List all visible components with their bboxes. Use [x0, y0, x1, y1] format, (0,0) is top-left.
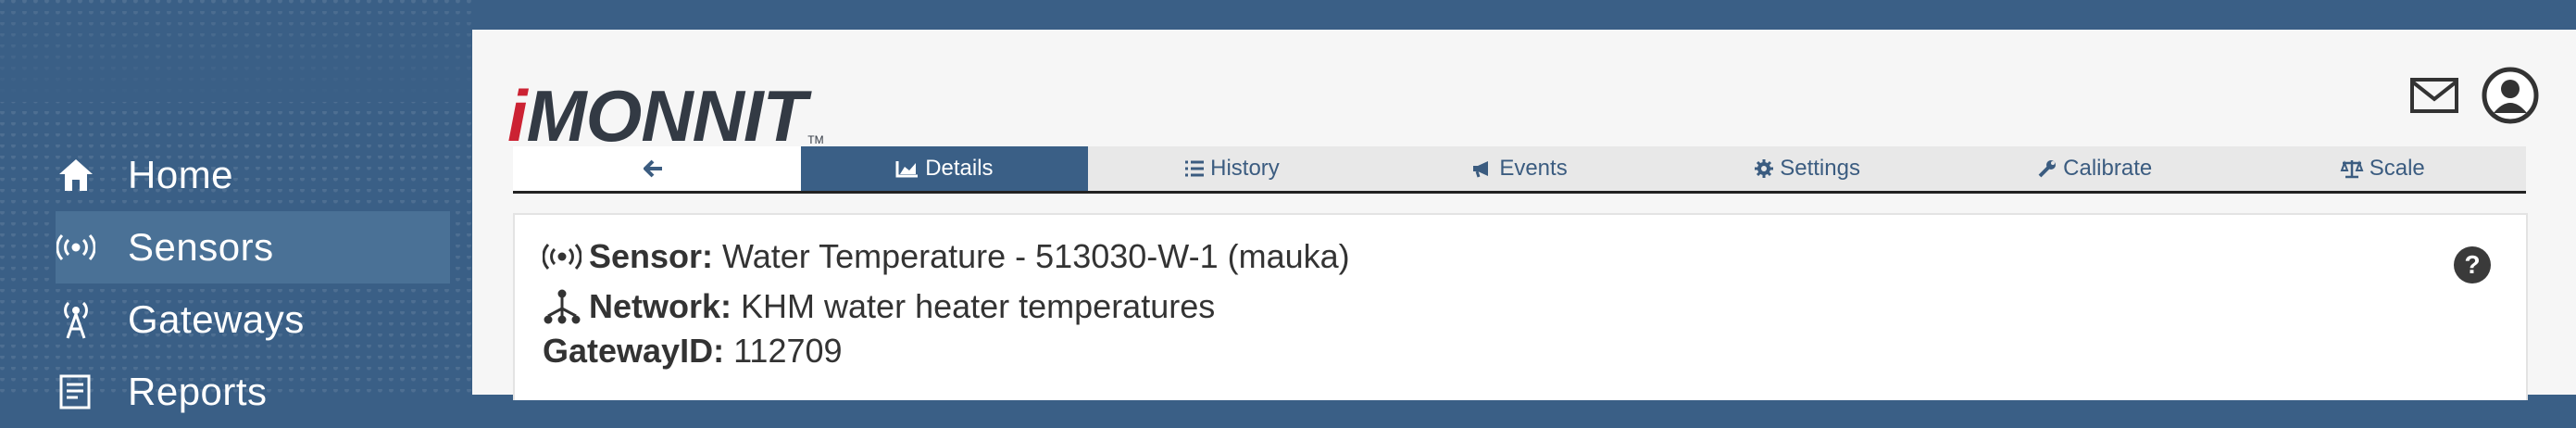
network-label: Network: [589, 287, 732, 325]
gateway-row: GatewayID: 112709 [543, 332, 843, 371]
sensor-label: Sensor: [589, 237, 714, 275]
sensor-icon [56, 227, 96, 268]
tab-history[interactable]: History [1088, 146, 1376, 191]
chart-area-icon [895, 161, 919, 178]
network-icon [543, 288, 581, 325]
gateway-id: 112709 [733, 332, 843, 370]
bullhorn-icon [1473, 161, 1489, 178]
tab-calibrate[interactable]: Calibrate [1950, 146, 2239, 191]
gateway-label: GatewayID: [543, 332, 725, 370]
sensor-icon [543, 243, 581, 271]
sensor-name: Water Temperature - 513030-W-1 (mauka) [722, 237, 1350, 275]
sidebar-item-home[interactable]: Home [56, 139, 450, 211]
logo-text: iMONNIT [507, 75, 807, 157]
sidebar-pattern [0, 0, 472, 102]
home-icon [56, 155, 96, 195]
sidebar-item-gateways[interactable]: Gateways [56, 283, 450, 356]
reports-icon [56, 371, 96, 412]
tab-details[interactable]: Details [800, 146, 1089, 191]
sidebar-item-sensors[interactable]: Sensors [56, 211, 450, 283]
sidebar-item-label: Sensors [128, 225, 274, 269]
sensor-row: Sensor: Water Temperature - 513030-W-1 (… [543, 237, 1350, 276]
tab-events[interactable]: Events [1375, 146, 1664, 191]
header-actions [2409, 67, 2539, 129]
scale-icon [2340, 160, 2364, 179]
sidebar-item-label: Reports [128, 370, 268, 413]
list-icon [1185, 160, 1205, 177]
tab-settings[interactable]: Settings [1663, 146, 1951, 191]
monnit-logo[interactable]: iMONNIT TM [507, 67, 850, 152]
gateway-icon [56, 299, 96, 340]
arrow-left-icon [644, 159, 663, 178]
sidebar: Home Sensors Gateways Reports [0, 0, 472, 413]
tab-back[interactable] [513, 146, 801, 191]
tab-scale[interactable]: Scale [2238, 146, 2527, 191]
sidebar-item-label: Home [128, 153, 234, 196]
wrench-icon [2038, 160, 2057, 178]
help-icon[interactable]: ? [2454, 246, 2491, 283]
sensor-tabs: Details History Events Settings Calibrat… [513, 146, 2527, 194]
network-row: Network: KHM water heater temperatures [543, 287, 1215, 326]
sensor-details-panel: Sensor: Water Temperature - 513030-W-1 (… [513, 213, 2528, 400]
sidebar-nav: Home Sensors Gateways Reports [56, 139, 450, 428]
mail-icon[interactable] [2409, 77, 2459, 119]
user-account-icon[interactable] [2482, 67, 2539, 129]
sidebar-item-label: Gateways [128, 297, 305, 341]
gear-icon [1755, 159, 1774, 178]
sidebar-item-reports[interactable]: Reports [56, 356, 450, 428]
logo-trademark: TM [807, 133, 824, 146]
network-name: KHM water heater temperatures [741, 287, 1216, 325]
main-content: iMONNIT TM Details History Events Settin… [472, 30, 2576, 400]
